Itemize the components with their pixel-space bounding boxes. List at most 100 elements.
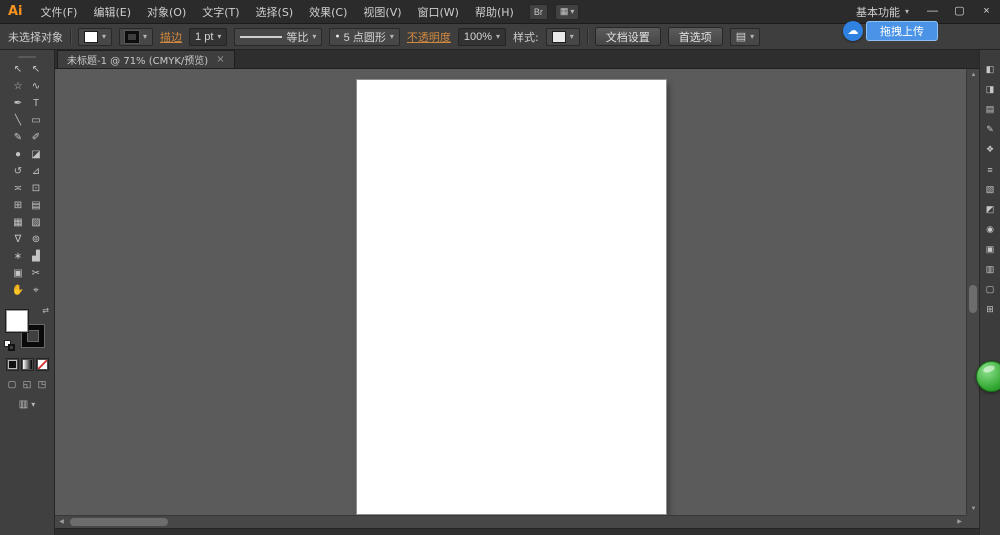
- stroke-panel-link[interactable]: 描边: [160, 29, 182, 45]
- style-dropdown[interactable]: ▾: [546, 28, 580, 46]
- arrange-documents-button[interactable]: ▦ ▾: [555, 4, 580, 20]
- panel-graphic-styles[interactable]: ▣: [982, 242, 999, 257]
- menu-help[interactable]: 帮助(H): [467, 0, 522, 23]
- panel-swatches[interactable]: ▤: [982, 102, 999, 117]
- tool-icon: ▨: [31, 217, 40, 228]
- fill-stroke-indicator: ⇄: [4, 307, 50, 351]
- panel-gradient[interactable]: ▧: [982, 182, 999, 197]
- launch-bridge-button[interactable]: Br: [529, 4, 548, 20]
- selection-tool[interactable]: ↖: [9, 61, 27, 78]
- default-fill-stroke-icon[interactable]: [4, 340, 15, 351]
- minimize-button[interactable]: —: [919, 0, 946, 23]
- preferences-button[interactable]: 首选项: [668, 27, 723, 46]
- stroke-color-dropdown[interactable]: ▾: [119, 28, 153, 46]
- vertical-scrollbar-thumb[interactable]: [969, 285, 977, 313]
- app-logo[interactable]: Ai: [0, 4, 33, 19]
- gradient-button[interactable]: [21, 358, 34, 371]
- drag-upload-button[interactable]: 拖拽上传: [866, 21, 938, 41]
- shape-builder-tool[interactable]: ⊞: [9, 197, 27, 214]
- none-button[interactable]: [36, 358, 49, 371]
- rectangle-tool[interactable]: ▭: [27, 112, 45, 129]
- zoom-tool[interactable]: ⌖: [27, 282, 45, 299]
- status-bar: [55, 528, 979, 535]
- panel-info[interactable]: ⊞: [982, 302, 999, 317]
- gradient-tool[interactable]: ▨: [27, 214, 45, 231]
- magic-wand-tool[interactable]: ☆: [9, 78, 27, 95]
- menu-window[interactable]: 窗口(W): [410, 0, 467, 23]
- menu-effect[interactable]: 效果(C): [301, 0, 355, 23]
- paintbrush-tool[interactable]: ✎: [9, 129, 27, 146]
- perspective-grid-tool[interactable]: ▤: [27, 197, 45, 214]
- change-screen-mode-button[interactable]: ▥ ▾: [19, 399, 35, 410]
- menu-object[interactable]: 对象(O): [139, 0, 194, 23]
- panel-appearance[interactable]: ◉: [982, 222, 999, 237]
- opacity-panel-link[interactable]: 不透明度: [407, 29, 451, 45]
- direct-selection-tool[interactable]: ↖: [27, 61, 45, 78]
- menu-edit[interactable]: 编辑(E): [85, 0, 139, 23]
- panel-stroke[interactable]: ≡: [982, 162, 999, 177]
- fill-indicator[interactable]: [6, 310, 28, 332]
- lasso-tool[interactable]: ∿: [27, 78, 45, 95]
- horizontal-scrollbar-thumb[interactable]: [70, 518, 168, 526]
- fill-color-dropdown[interactable]: ▾: [78, 28, 112, 46]
- scale-tool[interactable]: ⊿: [27, 163, 45, 180]
- scrollbar-corner: [966, 515, 979, 528]
- artboard-tool[interactable]: ▣: [9, 265, 27, 282]
- swap-fill-stroke-icon[interactable]: ⇄: [42, 306, 49, 315]
- brush-definition-dropdown[interactable]: ● 5 点圆形 ▾: [329, 28, 399, 46]
- symbol-sprayer-tool[interactable]: ∗: [9, 248, 27, 265]
- eyedropper-tool[interactable]: ∇: [9, 231, 27, 248]
- panel-transparency[interactable]: ◩: [982, 202, 999, 217]
- cloud-icon[interactable]: ☁: [843, 21, 863, 41]
- quick-options-dropdown[interactable]: ▤ ▾: [730, 28, 760, 46]
- tab-close-icon[interactable]: ×: [216, 54, 224, 65]
- draw-inside-button[interactable]: ◳: [35, 378, 49, 391]
- vertical-scrollbar[interactable]: ▲ ▼: [966, 69, 979, 515]
- opacity-dropdown[interactable]: 100% ▾: [458, 28, 506, 46]
- panel-layers[interactable]: ▥: [982, 262, 999, 277]
- scroll-right-arrow[interactable]: ▶: [953, 516, 966, 528]
- canvas[interactable]: ▲ ▼ ◀ ▶: [55, 69, 979, 528]
- hand-tool[interactable]: ✋: [9, 282, 27, 299]
- free-transform-tool[interactable]: ⊡: [27, 180, 45, 197]
- column-graph-tool[interactable]: ▟: [27, 248, 45, 265]
- width-profile-dropdown[interactable]: 等比 ▾: [234, 28, 322, 46]
- slice-tool[interactable]: ✂: [27, 265, 45, 282]
- tool-icon: ●: [15, 149, 21, 160]
- width-tool[interactable]: ≍: [9, 180, 27, 197]
- menu-type[interactable]: 文字(T): [194, 0, 247, 23]
- document-tab[interactable]: 未标题-1 @ 71% (CMYK/预览) ×: [57, 50, 235, 68]
- panel-symbols[interactable]: ❖: [982, 142, 999, 157]
- horizontal-scrollbar[interactable]: ◀ ▶: [55, 515, 966, 528]
- mesh-tool[interactable]: ▦: [9, 214, 27, 231]
- menu-select[interactable]: 选择(S): [248, 0, 302, 23]
- menu-file[interactable]: 文件(F): [33, 0, 86, 23]
- color-button[interactable]: [6, 358, 19, 371]
- line-segment-tool[interactable]: ╲: [9, 112, 27, 129]
- rotate-tool[interactable]: ↺: [9, 163, 27, 180]
- type-tool[interactable]: T: [27, 95, 45, 112]
- scroll-down-arrow[interactable]: ▼: [967, 503, 979, 515]
- floating-assistant-ball[interactable]: [976, 361, 1000, 392]
- panel-color-guide[interactable]: ◨: [982, 82, 999, 97]
- panel-grip[interactable]: [0, 53, 54, 61]
- pen-tool[interactable]: ✒: [9, 95, 27, 112]
- scroll-up-arrow[interactable]: ▲: [967, 69, 979, 81]
- workspace-switcher[interactable]: 基本功能 ▾: [846, 0, 919, 23]
- close-button[interactable]: ×: [973, 0, 1000, 23]
- blend-tool[interactable]: ⊚: [27, 231, 45, 248]
- menu-view[interactable]: 视图(V): [355, 0, 409, 23]
- draw-normal-button[interactable]: ▢: [5, 378, 19, 391]
- eraser-tool[interactable]: ◪: [27, 146, 45, 163]
- artboard[interactable]: [357, 80, 666, 514]
- panel-brushes[interactable]: ✎: [982, 122, 999, 137]
- restore-button[interactable]: ▢: [946, 0, 973, 23]
- panel-artboards[interactable]: ▢: [982, 282, 999, 297]
- stroke-weight-dropdown[interactable]: 1 pt ▾: [189, 28, 227, 46]
- blob-brush-tool[interactable]: ●: [9, 146, 27, 163]
- draw-behind-button[interactable]: ◱: [20, 378, 34, 391]
- scroll-left-arrow[interactable]: ◀: [55, 516, 68, 528]
- pencil-tool[interactable]: ✐: [27, 129, 45, 146]
- panel-color[interactable]: ◧: [982, 62, 999, 77]
- document-setup-button[interactable]: 文档设置: [595, 27, 661, 46]
